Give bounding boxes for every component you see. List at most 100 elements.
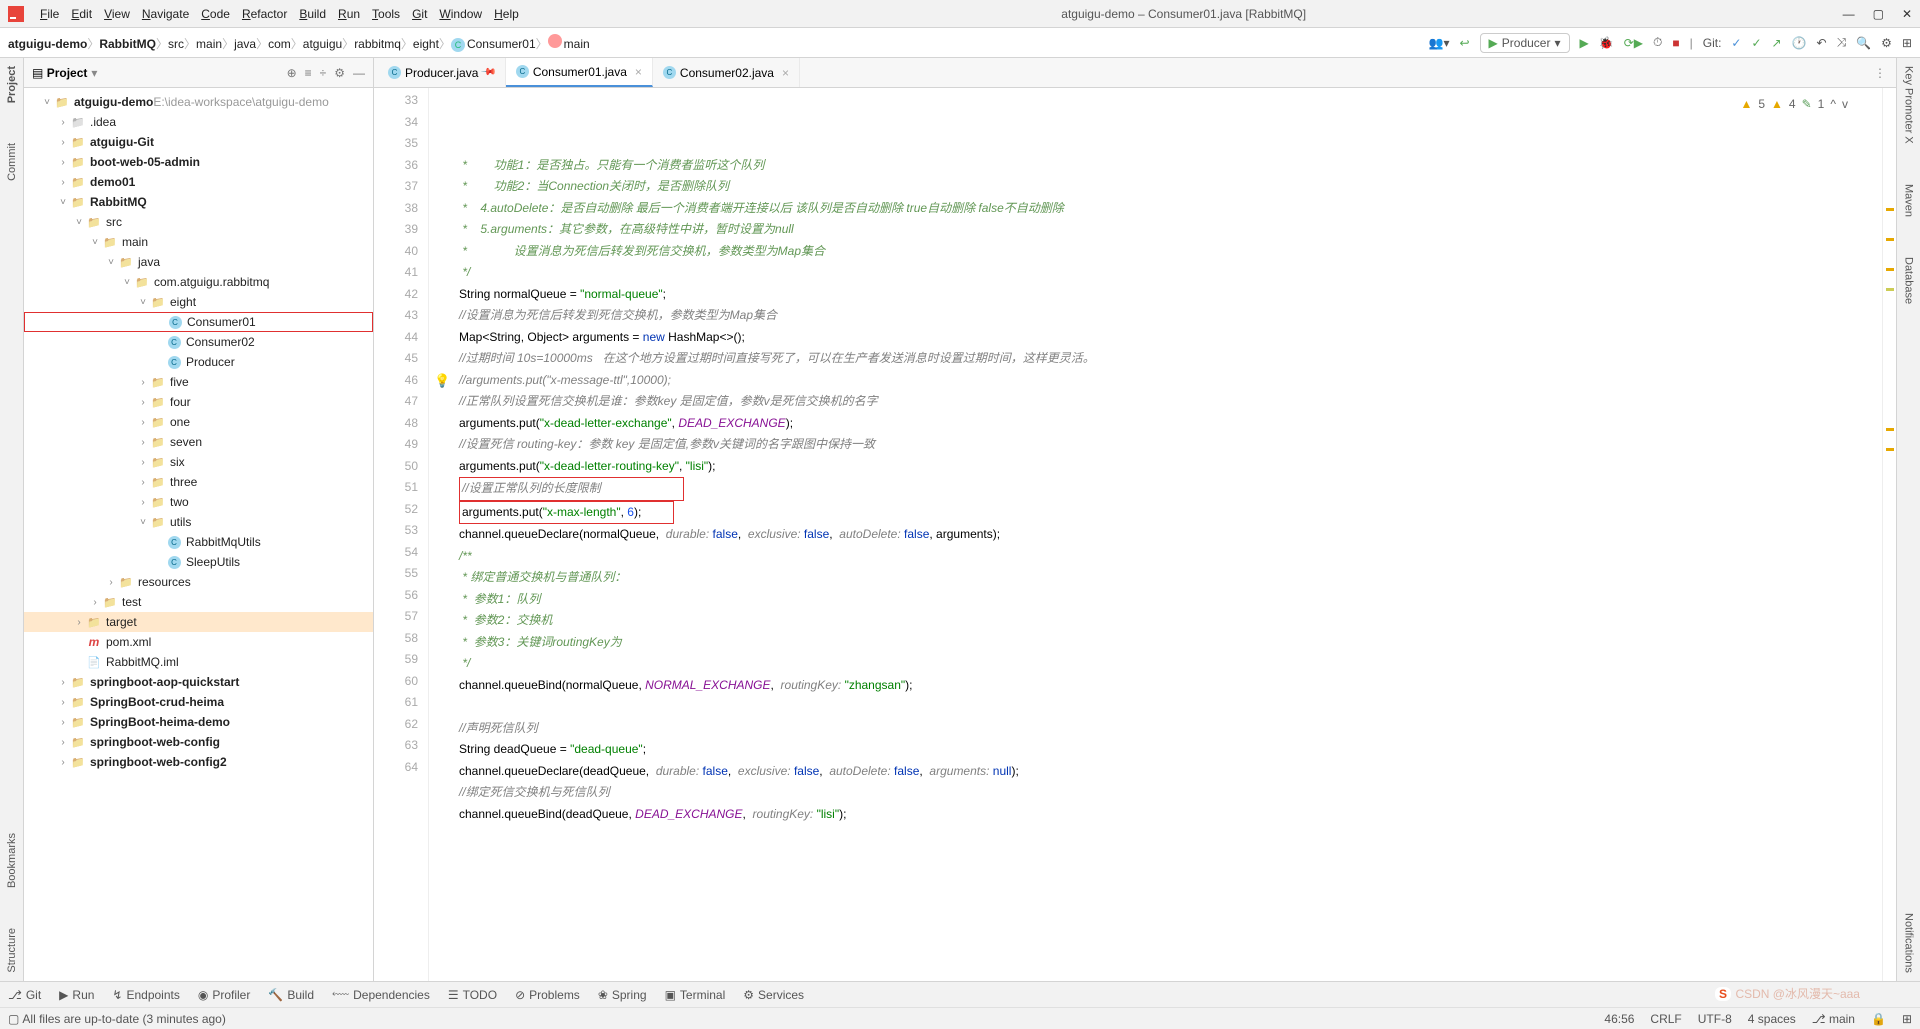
breadcrumb-item[interactable]: main [196,37,222,51]
editor-tab[interactable]: CConsumer02.java× [653,58,800,87]
indent-settings[interactable]: 4 spaces [1748,1012,1796,1026]
breadcrumb-item[interactable]: atguigu-demo [8,37,87,51]
search-icon[interactable]: 🔍 [1856,36,1871,50]
breadcrumb-item[interactable]: Consumer01 [467,37,536,51]
tree-item[interactable]: ›target [24,612,373,632]
tree-item[interactable]: mpom.xml [24,632,373,652]
inspection-widget[interactable]: ▲5 ▲4 ✎1 ^ v [1736,92,1852,118]
tree-item[interactable]: ›atguigu-Git [24,132,373,152]
stop-icon[interactable]: ■ [1672,36,1679,50]
collapse-icon[interactable]: ÷ [320,66,327,80]
coverage-icon[interactable]: ⟳▶ [1624,36,1643,50]
breadcrumb-item[interactable]: com [268,37,291,51]
tool-profiler[interactable]: ◉Profiler [198,988,251,1002]
tree-item[interactable]: ˅com.atguigu.rabbitmq [24,272,373,292]
tool-bookmarks[interactable]: Bookmarks [6,833,18,888]
tree-item[interactable]: ˅RabbitMQ [24,192,373,212]
tree-item[interactable]: ›springboot-web-config [24,732,373,752]
tree-item[interactable]: ›SpringBoot-crud-heima [24,692,373,712]
tool-structure[interactable]: Structure [6,928,18,973]
expand-icon[interactable]: ≡ [305,66,312,80]
run-icon[interactable]: ▶ [1580,36,1589,50]
tree-item[interactable]: ›seven [24,432,373,452]
tree-item[interactable]: ›three [24,472,373,492]
translate-icon[interactable]: ⤨ [1837,35,1847,50]
profile-icon[interactable]: ⏱ [1653,35,1662,50]
tree-item[interactable]: ›six [24,452,373,472]
tree-item[interactable]: ›four [24,392,373,412]
tree-item[interactable]: ˅main [24,232,373,252]
menu-view[interactable]: View [98,5,136,23]
users-icon[interactable]: 👥▾ [1429,36,1450,50]
file-encoding[interactable]: UTF-8 [1698,1012,1732,1026]
git-push-icon[interactable]: ↗ [1772,36,1782,50]
menu-file[interactable]: File [34,5,65,23]
close-icon[interactable]: ✕ [1902,7,1912,21]
tree-item[interactable]: ›springboot-aop-quickstart [24,672,373,692]
maximize-icon[interactable]: ▢ [1873,7,1884,21]
breadcrumb-item[interactable]: RabbitMQ [99,37,156,51]
tree-item[interactable]: ˅src [24,212,373,232]
caret-position[interactable]: 46:56 [1604,1012,1634,1026]
tabs-more-icon[interactable]: ⋮ [1864,66,1896,80]
git-update-icon[interactable]: ✓ [1731,36,1741,50]
git-rollback-icon[interactable]: ↶ [1817,36,1827,50]
git-branch[interactable]: ⎇ main [1812,1012,1855,1026]
tool-services[interactable]: ⚙Services [743,988,804,1002]
settings-icon[interactable]: ⚙ [1881,36,1892,50]
tree-item[interactable]: ›boot-web-05-admin [24,152,373,172]
editor-tab[interactable]: CProducer.java📌 [378,58,506,87]
editor-gutter[interactable]: 3334353637383940414243444546💡47484950515… [374,88,429,981]
menu-run[interactable]: Run [332,5,366,23]
tree-item[interactable]: ›resources [24,572,373,592]
tree-item[interactable]: ›.idea [24,112,373,132]
tool-endpoints[interactable]: ↯Endpoints [112,988,179,1002]
menu-edit[interactable]: Edit [65,5,98,23]
menu-window[interactable]: Window [433,5,488,23]
tree-item[interactable]: CRabbitMqUtils [24,532,373,552]
chevron-down-icon[interactable]: v [1842,94,1848,116]
tree-item[interactable]: ˅utils [24,512,373,532]
tool-commit[interactable]: Commit [6,143,18,181]
run-config-selector[interactable]: ▶ Producer ▾ [1480,33,1570,53]
tree-item[interactable]: ›springboot-web-config2 [24,752,373,772]
menu-git[interactable]: Git [406,5,433,23]
tool-todo[interactable]: ☰TODO [448,988,497,1002]
menu-code[interactable]: Code [195,5,236,23]
tree-item[interactable]: CSleepUtils [24,552,373,572]
tool-database[interactable]: Database [1903,257,1915,304]
tree-item[interactable]: ˅java [24,252,373,272]
menu-navigate[interactable]: Navigate [136,5,195,23]
tree-item[interactable]: CProducer [24,352,373,372]
select-opened-icon[interactable]: ⊕ [287,66,297,80]
tree-item[interactable]: ˅atguigu-demo E:\idea-workspace\atguigu-… [24,92,373,112]
tree-item[interactable]: ›five [24,372,373,392]
breadcrumb-item[interactable]: atguigu [303,37,342,51]
minimize-icon[interactable]: — [1843,7,1855,21]
tree-item[interactable]: RabbitMQ.iml [24,652,373,672]
tool-run[interactable]: ▶Run [59,988,94,1002]
settings-icon[interactable]: ⚙ [334,66,345,80]
code-editor[interactable]: ▲5 ▲4 ✎1 ^ v * 功能1：是否独占。只能有一个消费者监听这个队列 *… [429,88,1882,981]
plugins-icon[interactable]: ⊞ [1902,36,1912,50]
tree-item[interactable]: ˅eight [24,292,373,312]
tool-notifications[interactable]: Notifications [1903,913,1915,973]
tree-item[interactable]: CConsumer01 [24,312,373,332]
back-arrow-icon[interactable]: ↩ [1459,36,1469,50]
git-history-icon[interactable]: 🕐 [1792,36,1807,50]
git-commit-icon[interactable]: ✓ [1751,36,1761,50]
tool-maven[interactable]: Maven [1903,184,1915,217]
tool-problems[interactable]: ⊘Problems [515,988,580,1002]
tree-item[interactable]: ›test [24,592,373,612]
menu-tools[interactable]: Tools [366,5,406,23]
menu-build[interactable]: Build [293,5,332,23]
hide-icon[interactable]: — [353,66,365,80]
error-stripe[interactable] [1882,88,1896,981]
chevron-up-icon[interactable]: ^ [1830,94,1836,116]
tree-item[interactable]: ›SpringBoot-heima-demo [24,712,373,732]
tool-build[interactable]: 🔨Build [268,988,314,1002]
breadcrumb-item[interactable]: java [234,37,256,51]
tree-item[interactable]: ›two [24,492,373,512]
line-separator[interactable]: CRLF [1650,1012,1681,1026]
breadcrumb-item[interactable]: rabbitmq [354,37,401,51]
